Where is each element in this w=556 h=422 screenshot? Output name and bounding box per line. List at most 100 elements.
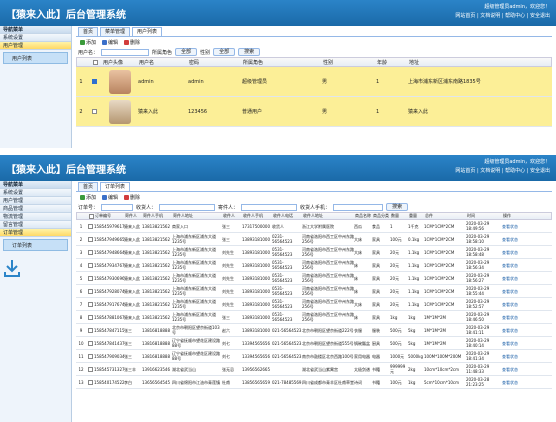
row-checkbox[interactable]: [87, 288, 93, 294]
row-number: 9: [79, 327, 83, 333]
search-button[interactable]: 搜索: [238, 48, 261, 56]
table-cell: 1.1kg: [408, 275, 420, 281]
table-row[interactable]: 5 1585479306964 猿来入此 13813821562 上海市浦东新区浦东大道…: [76, 272, 552, 285]
table-cell: 1585479486647: [94, 249, 124, 255]
view-status-link[interactable]: 查看状态: [502, 263, 528, 268]
tab-home[interactable]: 首页: [78, 182, 99, 191]
table-cell: 1: [390, 223, 393, 229]
table-cell: 衣服: [354, 327, 362, 333]
view-status-link[interactable]: 查看状态: [502, 276, 528, 281]
view-status-link[interactable]: 查看状态: [502, 224, 528, 229]
col-volume: 总件: [425, 213, 433, 218]
row-checkbox[interactable]: [87, 340, 93, 346]
table-row[interactable]: 1 1585459796171 猿来入此 13813821562 商家入口 张三 17317…: [76, 220, 552, 233]
view-status-link[interactable]: 查看状态: [502, 302, 528, 307]
sub-user-list[interactable]: 用户列表: [3, 52, 68, 64]
row-checkbox[interactable]: [87, 223, 93, 229]
tab-menu-management[interactable]: 菜单管理: [100, 27, 131, 36]
table-row[interactable]: 2 猿来入此 123456 普通用户 男 1 猿来入此: [76, 97, 552, 127]
view-status-link[interactable]: 查看状态: [502, 250, 528, 255]
view-status-link[interactable]: 查看状态: [502, 237, 528, 242]
row-checkbox[interactable]: [87, 262, 93, 268]
row-checkbox[interactable]: [87, 301, 93, 307]
header-links[interactable]: 网站首页 | 文档说明 | 帮助中心 | 安全退出: [455, 12, 550, 24]
menu-system-settings[interactable]: 系统设置: [0, 34, 71, 42]
search-button[interactable]: 搜索: [386, 203, 409, 211]
view-status-link[interactable]: 查看状态: [502, 341, 528, 346]
menu-user-management[interactable]: 用户管理: [0, 197, 71, 205]
view-status-link[interactable]: 查看状态: [502, 367, 528, 372]
receiver-input[interactable]: [159, 203, 216, 211]
table-row[interactable]: 8 1585478810672 猿来入此 13813821562 上海市浦东新区浦东大道…: [76, 311, 552, 324]
header-links[interactable]: 网站首页 | 文档说明 | 帮助中心 | 安全退出: [455, 167, 550, 179]
menu-system-settings[interactable]: 系统设置: [0, 189, 71, 197]
row-checkbox[interactable]: [91, 79, 97, 84]
delete-button[interactable]: 删除: [124, 194, 140, 201]
menu-goods-management[interactable]: 商品管理: [0, 205, 71, 213]
tab-home[interactable]: 首页: [78, 27, 99, 36]
row-number: 6: [79, 288, 83, 294]
row-checkbox[interactable]: [91, 109, 97, 114]
select-all-checkbox[interactable]: [88, 213, 94, 219]
receiver-phone-input[interactable]: [333, 203, 384, 211]
col-checkbox[interactable]: [87, 59, 103, 65]
role-select[interactable]: 全部: [175, 48, 198, 56]
add-button[interactable]: 添加: [80, 194, 96, 201]
tab-user-list[interactable]: 用户列表: [132, 27, 163, 36]
menu-user-management[interactable]: 用户管理: [0, 42, 71, 50]
table-row[interactable]: 12 1585457313275 张三丰 13916623546 湖北省武当山 张无忌 13…: [76, 363, 552, 376]
select-all-checkbox[interactable]: [92, 59, 98, 65]
table-cell: 2kg: [408, 366, 416, 372]
table-row[interactable]: 6 1585479280742 猿来入此 13813821562 上海市浦东新区浦东大道…: [76, 285, 552, 298]
table-cell: 1kg: [408, 379, 416, 385]
view-status-link[interactable]: 查看状态: [502, 315, 528, 320]
table-row[interactable]: 4 1585479347672 猿来入此 13813821562 上海市浦东新区浦东大道…: [76, 259, 552, 272]
view-status-link[interactable]: 查看状态: [502, 328, 528, 333]
menu-logistics-management[interactable]: 物流管理: [0, 213, 71, 221]
row-number: 1: [79, 223, 83, 229]
row-checkbox[interactable]: [87, 327, 93, 333]
table-row[interactable]: 3 1585479486647 猿来入此 13813821562 上海市浦东新区浦东大道…: [76, 246, 552, 259]
table-cell: 10cm*10cm*2cm: [424, 366, 460, 372]
add-button[interactable]: 添加: [80, 39, 96, 46]
table-cell: 2020-03-28 21:23:25: [466, 377, 490, 387]
avatar: [109, 69, 131, 94]
table-cell: 服装: [372, 327, 380, 333]
tab-order-list[interactable]: 订单列表: [100, 182, 131, 191]
menu-order-management[interactable]: 订单管理: [0, 229, 71, 237]
view-status-link[interactable]: 查看状态: [502, 289, 528, 294]
row-checkbox[interactable]: [87, 314, 93, 320]
table-cell: 1585459796171: [94, 223, 124, 229]
table-row[interactable]: 7 1585479176741 猿来入此 13813821562 上海市浦东新区浦东大道…: [76, 298, 552, 311]
table-cell: 四川省成都市青羊区杜甫草堂: [302, 379, 354, 385]
username-input[interactable]: [101, 48, 150, 56]
order-no-input[interactable]: [101, 203, 134, 211]
row-checkbox[interactable]: [87, 236, 93, 242]
table-cell: 家具: [372, 249, 380, 255]
row-checkbox[interactable]: [87, 366, 93, 372]
table-cell: 13893181000: [242, 288, 270, 294]
sub-order-list[interactable]: 订单列表: [3, 239, 68, 251]
table-cell: 13656564545: [142, 379, 170, 385]
menu-message-management[interactable]: 留言管理: [0, 221, 71, 229]
table-row[interactable]: 11 1585479090340 张三 13816818888 辽宁省抚顺市望花区建设路…: [76, 350, 552, 363]
row-checkbox[interactable]: [87, 249, 93, 255]
table-row[interactable]: 1 admin admin 超级管理员 男 1 上海市浦东新区浦东南路1835号: [76, 67, 552, 97]
edit-button[interactable]: 编辑: [102, 39, 118, 46]
row-checkbox[interactable]: [87, 379, 93, 385]
delete-button[interactable]: 删除: [124, 39, 140, 46]
sex-select[interactable]: 全部: [213, 48, 236, 56]
table-row[interactable]: 9 1585478471150 张三 13816818888 北京市朝阳区望京街道103…: [76, 324, 552, 337]
view-status-link[interactable]: 查看状态: [502, 380, 528, 385]
view-status-link[interactable]: 查看状态: [502, 354, 528, 359]
app-header: 【猿来入此】后台管理系统 超级管理员admin，欢迎您！ 网站首页 | 文档说明…: [0, 155, 556, 181]
row-checkbox[interactable]: [87, 275, 93, 281]
sender-input[interactable]: [241, 203, 298, 211]
table-row[interactable]: 10 1585478414370 张三 13816818888 辽宁省抚顺市望花区建设路…: [76, 337, 552, 350]
table-cell: 0531-56564523: [272, 286, 293, 296]
table-row[interactable]: 13 1585401745229 李白 13656564545 四川省绵阳市江油市青莲镇…: [76, 376, 552, 389]
row-checkbox[interactable]: [87, 353, 93, 359]
col-order-no: 订单编号: [95, 213, 111, 218]
table-row[interactable]: 2 1585479496651 猿来入此 13813821562 上海市浦东新区浦东大道…: [76, 233, 552, 246]
edit-button[interactable]: 编辑: [102, 194, 118, 201]
